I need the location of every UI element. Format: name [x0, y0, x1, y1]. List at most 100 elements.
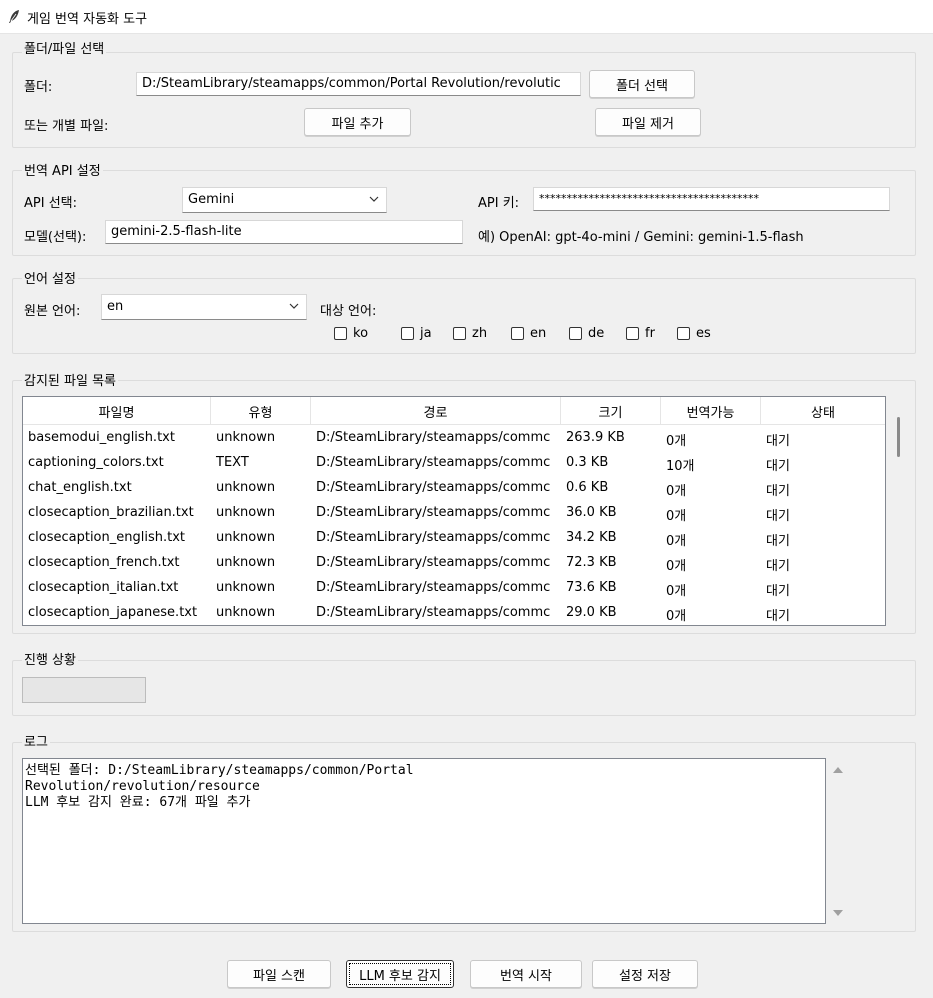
table-row[interactable]: chat_english.txt unknown D:/SteamLibrary…: [23, 476, 885, 501]
checkbox-label: fr: [645, 326, 655, 341]
cell-size: 29.0 KB: [566, 605, 617, 620]
cell-filename: basemodui_english.txt: [28, 430, 175, 445]
cell-translatable: 10개: [666, 459, 695, 474]
scan-files-button[interactable]: 파일 스캔: [227, 960, 331, 988]
title-bar: 게임 번역 자동화 도구: [0, 0, 933, 34]
source-language-dropdown[interactable]: en: [101, 294, 307, 320]
cell-path: D:/SteamLibrary/steamapps/commc: [316, 530, 551, 545]
cell-type: unknown: [216, 580, 276, 595]
cell-size: 0.3 KB: [566, 455, 609, 470]
cell-translatable: 0개: [666, 534, 687, 549]
cell-size: 73.6 KB: [566, 580, 617, 595]
cell-path: D:/SteamLibrary/steamapps/commc: [316, 505, 551, 520]
table-row[interactable]: closecaption_japanese.txt unknown D:/Ste…: [23, 601, 885, 625]
progress-group-label: 진행 상황: [22, 649, 78, 668]
api-settings-group-label: 번역 API 설정: [22, 160, 103, 179]
column-header-translatable[interactable]: 번역가능: [661, 397, 761, 425]
table-row[interactable]: captioning_colors.txt TEXT D:/SteamLibra…: [23, 451, 885, 476]
cell-status: 대기: [766, 434, 790, 449]
cell-status: 대기: [766, 484, 790, 499]
cell-status: 대기: [766, 609, 790, 624]
column-header-path[interactable]: 경로: [311, 397, 561, 425]
checkbox-label: ja: [420, 326, 432, 341]
source-language-value: en: [107, 299, 124, 314]
individual-file-label: 또는 개별 파일:: [24, 119, 109, 134]
api-key-input[interactable]: ****************************************: [533, 187, 890, 211]
table-row[interactable]: closecaption_french.txt unknown D:/Steam…: [23, 551, 885, 576]
cell-translatable: 0개: [666, 434, 687, 449]
remove-file-button[interactable]: 파일 제거: [595, 108, 701, 136]
checkbox-box[interactable]: [677, 327, 690, 340]
column-header-type[interactable]: 유형: [211, 397, 311, 425]
source-language-label: 원본 언어:: [24, 304, 81, 319]
checkbox-box[interactable]: [626, 327, 639, 340]
target-checkbox-fr[interactable]: fr: [626, 326, 655, 341]
progress-group: [12, 660, 916, 716]
log-textarea[interactable]: 선택된 폴더: D:/SteamLibrary/steamapps/common…: [22, 758, 826, 924]
cell-path: D:/SteamLibrary/steamapps/commc: [316, 580, 551, 595]
scroll-up-icon[interactable]: [832, 765, 844, 775]
cell-type: unknown: [216, 505, 276, 520]
checkbox-box[interactable]: [511, 327, 524, 340]
target-checkbox-zh[interactable]: zh: [453, 326, 487, 341]
cell-path: D:/SteamLibrary/steamapps/commc: [316, 480, 551, 495]
checkbox-box[interactable]: [334, 327, 347, 340]
model-label: 모델(선택):: [24, 230, 87, 245]
cell-path: D:/SteamLibrary/steamapps/commc: [316, 605, 551, 620]
file-list-table[interactable]: 파일명 유형 경로 크기 번역가능 상태 basemodui_english.t…: [22, 396, 886, 626]
cell-size: 34.2 KB: [566, 530, 617, 545]
scroll-down-icon[interactable]: [832, 908, 844, 918]
start-translation-button[interactable]: 번역 시작: [470, 960, 582, 988]
cell-filename: closecaption_italian.txt: [28, 580, 179, 595]
checkbox-label: zh: [472, 326, 488, 341]
target-checkbox-ko[interactable]: ko: [334, 326, 368, 341]
cell-translatable: 0개: [666, 609, 687, 624]
api-select-dropdown[interactable]: Gemini: [182, 187, 387, 213]
target-checkbox-en[interactable]: en: [511, 326, 546, 341]
target-checkbox-ja[interactable]: ja: [401, 326, 432, 341]
cell-filename: chat_english.txt: [28, 480, 132, 495]
llm-detect-button[interactable]: LLM 후보 감지: [346, 960, 454, 988]
checkbox-label: es: [696, 326, 711, 341]
target-checkbox-es[interactable]: es: [677, 326, 711, 341]
cell-filename: closecaption_brazilian.txt: [28, 505, 194, 520]
log-group-label: 로그: [22, 731, 50, 750]
folder-file-group-label: 폴더/파일 선택: [22, 38, 107, 57]
column-header-status[interactable]: 상태: [761, 397, 885, 425]
file-list-scrollbar-thumb[interactable]: [897, 417, 900, 457]
folder-path-input[interactable]: D:/SteamLibrary/steamapps/common/Portal …: [136, 72, 581, 96]
column-header-size[interactable]: 크기: [561, 397, 661, 425]
table-row[interactable]: closecaption_brazilian.txt unknown D:/St…: [23, 501, 885, 526]
cell-filename: closecaption_english.txt: [28, 530, 185, 545]
api-key-label: API 키:: [478, 196, 520, 211]
cell-status: 대기: [766, 559, 790, 574]
folder-label: 폴더:: [24, 80, 53, 95]
add-file-button[interactable]: 파일 추가: [304, 108, 411, 136]
chevron-down-icon: [289, 303, 299, 309]
window-title: 게임 번역 자동화 도구: [27, 12, 148, 27]
cell-type: unknown: [216, 430, 276, 445]
column-header-filename[interactable]: 파일명: [23, 397, 211, 425]
checkbox-box[interactable]: [569, 327, 582, 340]
checkbox-box[interactable]: [453, 327, 466, 340]
save-settings-button[interactable]: 설정 저장: [592, 960, 698, 988]
model-input[interactable]: gemini-2.5-flash-lite: [105, 220, 463, 244]
target-checkbox-de[interactable]: de: [569, 326, 604, 341]
cell-path: D:/SteamLibrary/steamapps/commc: [316, 455, 551, 470]
cell-size: 0.6 KB: [566, 480, 609, 495]
cell-translatable: 0개: [666, 559, 687, 574]
model-hint: 예) OpenAI: gpt-4o-mini / Gemini: gemini-…: [478, 230, 804, 245]
feather-icon: [9, 10, 19, 23]
table-row[interactable]: closecaption_italian.txt unknown D:/Stea…: [23, 576, 885, 601]
table-row[interactable]: basemodui_english.txt unknown D:/SteamLi…: [23, 426, 885, 451]
cell-filename: closecaption_french.txt: [28, 555, 180, 570]
chevron-down-icon: [369, 196, 379, 202]
cell-filename: closecaption_japanese.txt: [28, 605, 198, 620]
progress-bar: [22, 677, 146, 703]
table-row[interactable]: closecaption_english.txt unknown D:/Stea…: [23, 526, 885, 551]
cell-translatable: 0개: [666, 509, 687, 524]
checkbox-box[interactable]: [401, 327, 414, 340]
cell-size: 263.9 KB: [566, 430, 625, 445]
select-folder-button[interactable]: 폴더 선택: [589, 70, 695, 98]
cell-type: unknown: [216, 605, 276, 620]
